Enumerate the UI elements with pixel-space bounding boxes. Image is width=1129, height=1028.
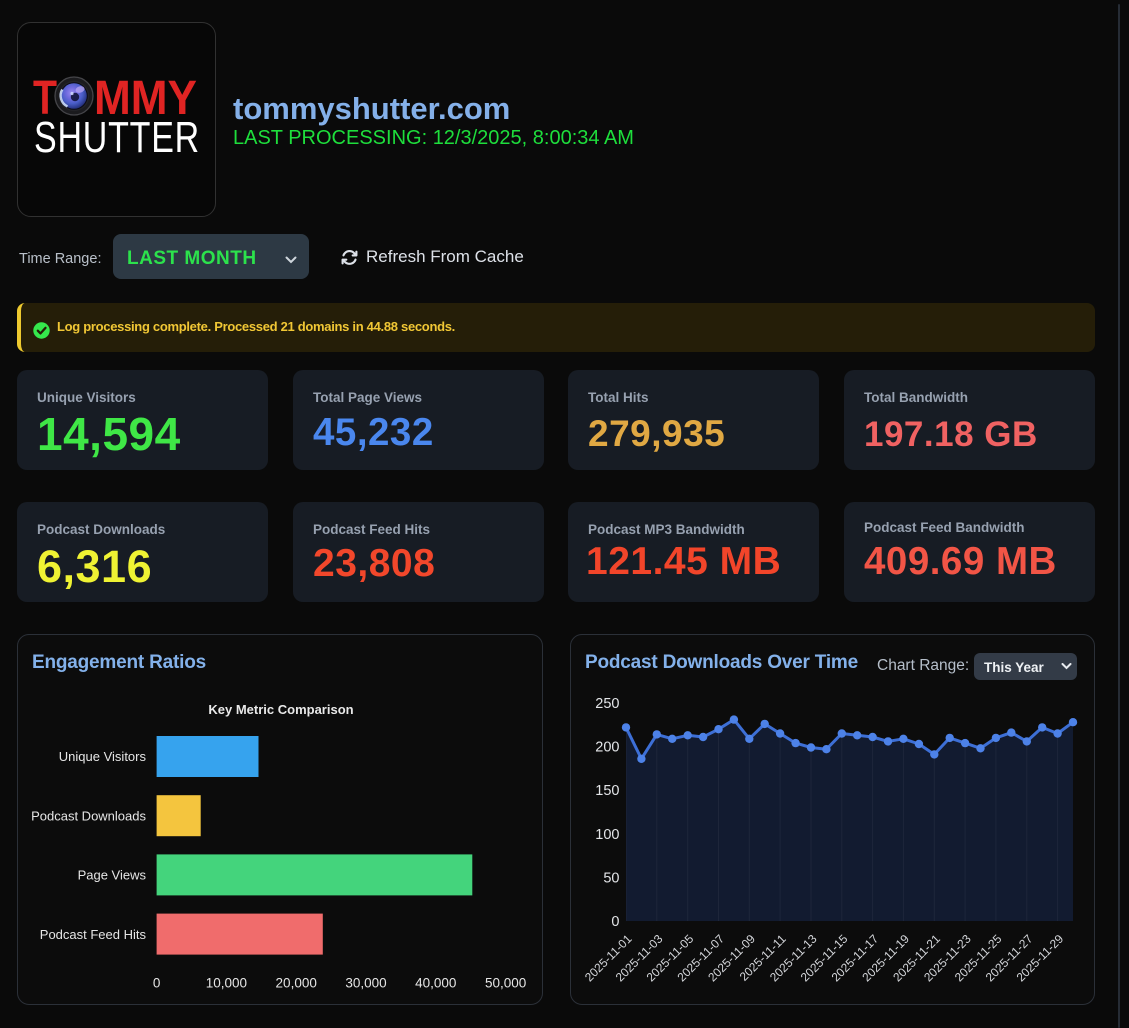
svg-text:30,000: 30,000 [345, 976, 386, 991]
svg-text:100: 100 [595, 827, 619, 843]
svg-text:Podcast Downloads: Podcast Downloads [31, 808, 146, 823]
svg-text:40,000: 40,000 [415, 976, 456, 991]
svg-text:Podcast Feed Hits: Podcast Feed Hits [40, 927, 147, 942]
svg-text:Key Metric Comparison: Key Metric Comparison [208, 702, 353, 717]
svg-text:Page Views: Page Views [78, 868, 147, 883]
svg-text:20,000: 20,000 [276, 976, 317, 991]
svg-text:150: 150 [595, 783, 619, 799]
svg-text:Unique Visitors: Unique Visitors [59, 749, 147, 764]
svg-text:250: 250 [595, 696, 619, 712]
svg-text:10,000: 10,000 [206, 976, 247, 991]
svg-text:50,000: 50,000 [485, 976, 526, 991]
svg-text:0: 0 [153, 976, 161, 991]
svg-text:SHUTTER: SHUTTER [34, 113, 200, 162]
svg-text:50: 50 [603, 870, 619, 886]
svg-text:0: 0 [611, 914, 619, 930]
svg-text:200: 200 [595, 740, 619, 756]
